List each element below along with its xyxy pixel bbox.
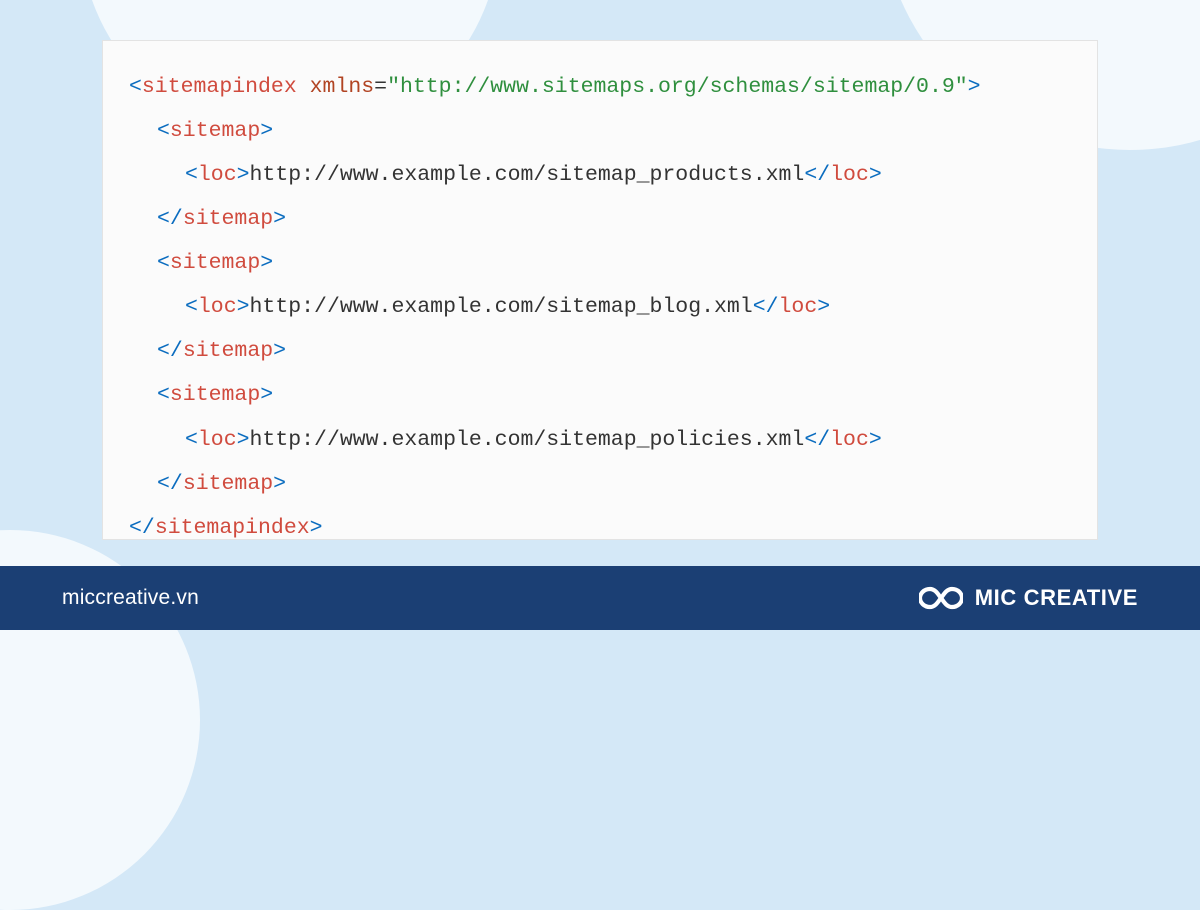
- code-line: </sitemap>: [129, 329, 1071, 373]
- code-line: <loc>http://www.example.com/sitemap_prod…: [129, 153, 1071, 197]
- code-line: <sitemapindex xmlns="http://www.sitemaps…: [129, 65, 1071, 109]
- code-line: </sitemap>: [129, 197, 1071, 241]
- code-line: <sitemap>: [129, 373, 1071, 417]
- footer-domain: miccreative.vn: [62, 586, 199, 610]
- infinity-icon: [919, 586, 963, 610]
- brand: MIC CREATIVE: [919, 585, 1138, 611]
- code-line: <sitemap>: [129, 241, 1071, 285]
- code-line: </sitemap>: [129, 462, 1071, 506]
- footer-bar: miccreative.vn MIC CREATIVE: [0, 566, 1200, 630]
- code-block: <sitemapindex xmlns="http://www.sitemaps…: [102, 40, 1098, 540]
- code-line: <loc>http://www.example.com/sitemap_poli…: [129, 418, 1071, 462]
- code-line: <loc>http://www.example.com/sitemap_blog…: [129, 285, 1071, 329]
- code-line: <sitemap>: [129, 109, 1071, 153]
- brand-text: MIC CREATIVE: [975, 585, 1138, 611]
- code-line: </sitemapindex>: [129, 506, 1071, 540]
